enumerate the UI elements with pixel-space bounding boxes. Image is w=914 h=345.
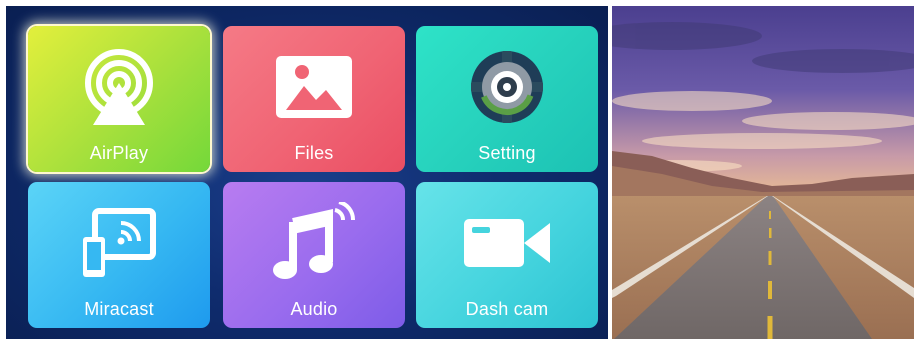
miracast-tile[interactable]: Miracast bbox=[28, 182, 210, 328]
setting-tile[interactable]: Setting bbox=[416, 26, 598, 172]
setting-label: Setting bbox=[478, 143, 536, 163]
desert-road-image bbox=[612, 6, 914, 339]
airplay-label: AirPlay bbox=[89, 143, 149, 163]
miracast-label: Miracast bbox=[84, 299, 154, 319]
home-screen: AirPlay Files Setting Miracast Audio Das… bbox=[6, 6, 608, 339]
files-label: Files bbox=[294, 143, 334, 163]
airplay-tile[interactable]: AirPlay bbox=[28, 26, 210, 172]
dashcam-tile[interactable]: Dash cam bbox=[416, 182, 598, 328]
airplay-icon bbox=[85, 49, 153, 125]
image-icon bbox=[276, 56, 352, 118]
video-camera-icon bbox=[464, 219, 550, 267]
audio-tile[interactable]: Audio bbox=[223, 182, 405, 328]
dashcam-label: Dash cam bbox=[465, 299, 549, 319]
gear-icon bbox=[471, 51, 543, 123]
screen-cast-icon bbox=[83, 208, 156, 277]
music-note-icon bbox=[273, 202, 356, 279]
files-tile[interactable]: Files bbox=[223, 26, 405, 172]
audio-label: Audio bbox=[290, 299, 338, 319]
